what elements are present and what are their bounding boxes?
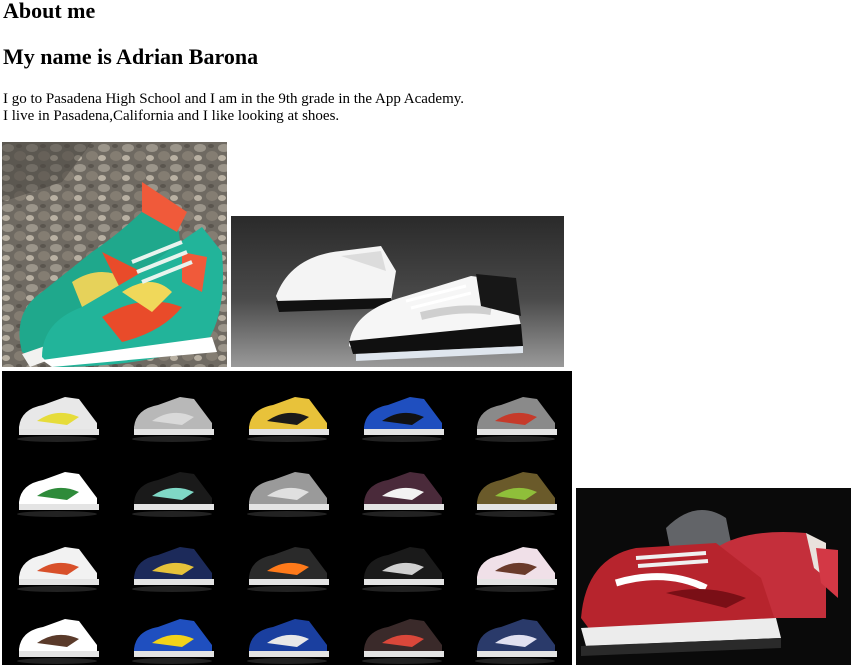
lobster-dunk-photo [576, 488, 851, 665]
page-title: About me [3, 0, 96, 23]
name-heading: My name is Adrian Barona [3, 44, 259, 69]
dunk-grid-photo [2, 371, 572, 665]
green-dunk-photo [2, 142, 227, 367]
intro-paragraph: I go to Pasadena High School and I am in… [3, 91, 464, 125]
concord-dunk-photo [231, 216, 564, 367]
intro-line-1: I go to Pasadena High School and I am in… [3, 91, 465, 107]
intro-line-2: I live in Pasadena,California and I like… [3, 108, 340, 124]
